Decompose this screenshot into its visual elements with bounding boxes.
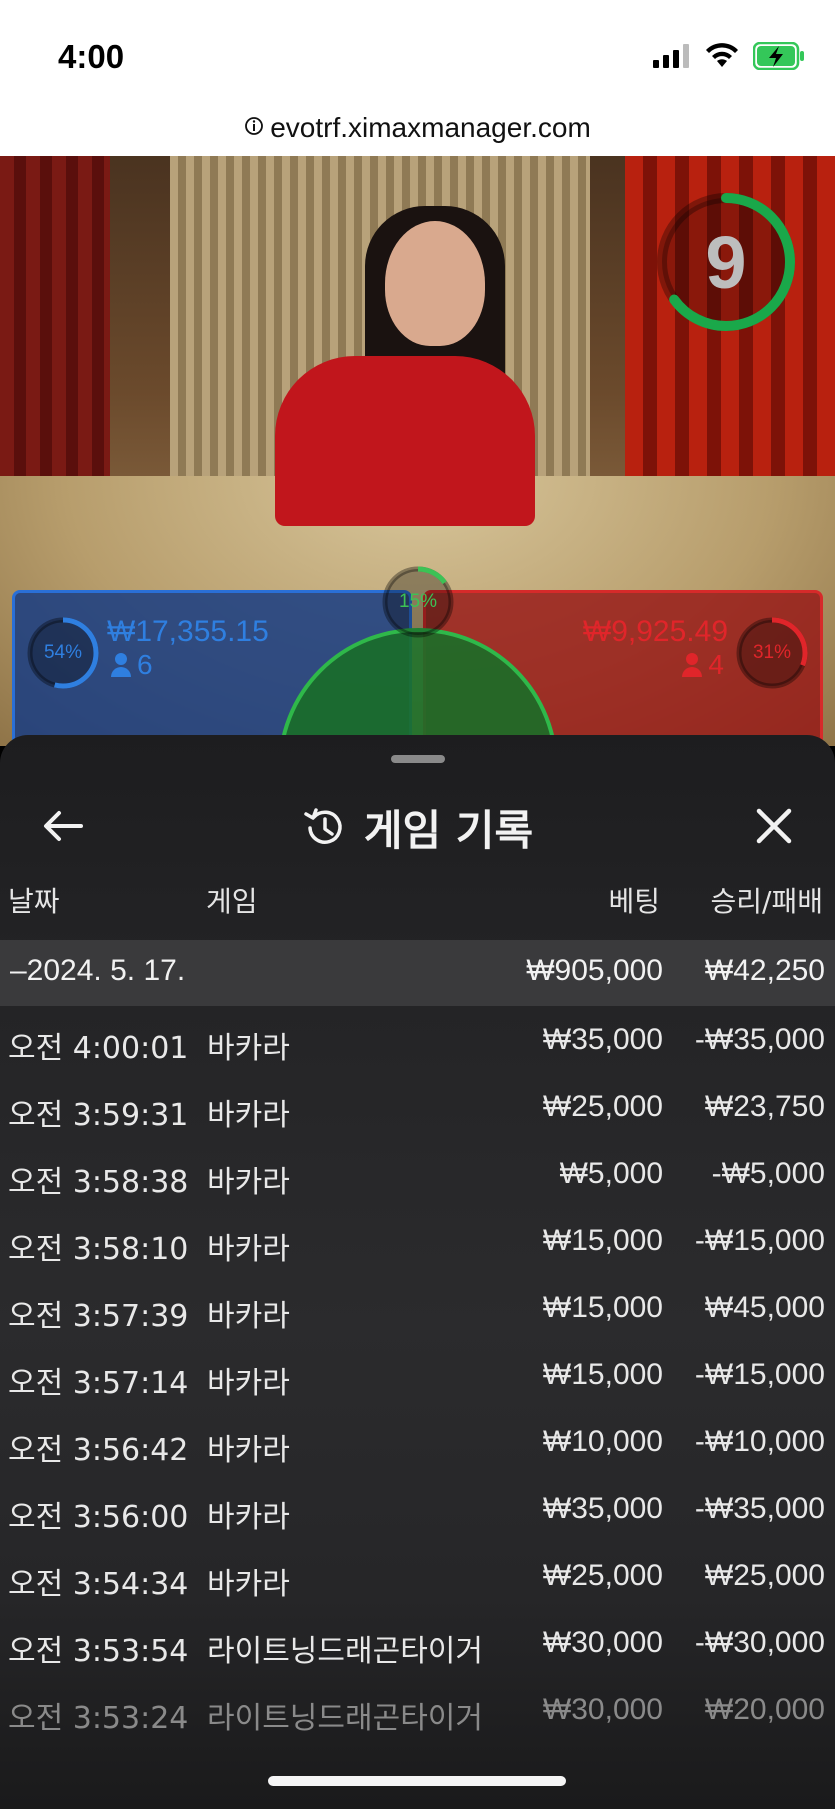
battery-charging-icon xyxy=(752,41,805,74)
game-history-panel: 게임 기록 날짜 게임 베팅 승리/패배 –2024. 5. 17. ₩905,… xyxy=(0,735,835,1809)
row-win-loss: ₩23,750 xyxy=(704,1090,825,1123)
status-bar: 4:00 xyxy=(0,0,835,100)
history-row[interactable]: 오전 3:56:42 바카라 ₩10,000 -₩10,000 xyxy=(0,1409,835,1476)
date-group-date: –2024. 5. 17. xyxy=(10,954,186,987)
row-win-loss: ₩45,000 xyxy=(704,1291,825,1324)
row-game: 바카라 xyxy=(207,1567,290,1602)
row-bet: ₩25,000 xyxy=(542,1090,663,1123)
row-time: 오전 3:58:38 xyxy=(8,1165,189,1200)
history-row[interactable]: 오전 3:54:34 바카라 ₩25,000 ₩25,000 xyxy=(0,1543,835,1610)
banker-count-value: 4 xyxy=(708,649,724,680)
row-win-loss: -₩15,000 xyxy=(694,1224,825,1257)
history-row[interactable]: 오전 3:56:00 바카라 ₩35,000 -₩35,000 xyxy=(0,1476,835,1543)
tie-percent: 15% xyxy=(398,591,438,612)
countdown-number: 9 xyxy=(705,220,747,304)
close-button[interactable] xyxy=(747,799,801,853)
row-bet: ₩15,000 xyxy=(542,1224,663,1257)
player-percent: 54% xyxy=(43,642,83,663)
row-time: 오전 4:00:01 xyxy=(8,1031,189,1066)
row-bet: ₩15,000 xyxy=(542,1291,663,1324)
date-group-bet-total: ₩905,000 xyxy=(526,954,663,987)
row-game: 라이트닝드래곤타이거 xyxy=(207,1701,483,1736)
row-time: 오전 3:59:31 xyxy=(8,1098,189,1133)
row-bet: ₩30,000 xyxy=(542,1693,663,1726)
history-list: 오전 4:00:01 바카라 ₩35,000 -₩35,000 오전 3:59:… xyxy=(0,1007,835,1744)
row-game: 바카라 xyxy=(207,1165,290,1200)
cellular-signal-icon xyxy=(653,44,691,72)
row-win-loss: -₩5,000 xyxy=(711,1157,825,1190)
row-bet: ₩10,000 xyxy=(542,1425,663,1458)
banker-percent: 31% xyxy=(752,642,792,663)
dealer-body xyxy=(275,356,535,526)
user-icon xyxy=(111,653,131,677)
row-game: 라이트닝드래곤타이거 xyxy=(207,1634,483,1669)
row-win-loss: ₩20,000 xyxy=(704,1693,825,1726)
row-game: 바카라 xyxy=(207,1299,290,1334)
row-bet: ₩30,000 xyxy=(542,1626,663,1659)
row-bet: ₩35,000 xyxy=(542,1492,663,1525)
row-time: 오전 3:53:54 xyxy=(8,1634,189,1669)
live-video: 9 54% ₩17,355.15 6 ₩9,925.49 4 31% 15% xyxy=(0,156,835,746)
date-group-row[interactable]: –2024. 5. 17. ₩905,000 ₩42,250 xyxy=(0,940,835,1006)
player-count: 6 xyxy=(111,649,153,681)
row-win-loss: -₩10,000 xyxy=(694,1425,825,1458)
row-bet: ₩25,000 xyxy=(542,1559,663,1592)
banker-count: 4 xyxy=(682,649,724,681)
history-row[interactable]: 오전 3:58:10 바카라 ₩15,000 -₩15,000 xyxy=(0,1208,835,1275)
row-game: 바카라 xyxy=(207,1232,290,1267)
status-icons xyxy=(653,41,805,74)
history-row[interactable]: 오전 3:53:24 라이트닝드래곤타이거 ₩30,000 ₩20,000 xyxy=(0,1677,835,1744)
user-icon xyxy=(682,653,703,677)
history-row[interactable]: 오전 3:59:31 바카라 ₩25,000 ₩23,750 xyxy=(0,1074,835,1141)
url-text[interactable]: evotrf.ximaxmanager.com xyxy=(270,112,591,144)
dealer-face xyxy=(385,221,485,346)
player-amount: ₩17,355.15 xyxy=(107,615,269,648)
url-bar[interactable]: evotrf.ximaxmanager.com xyxy=(0,100,835,156)
row-bet: ₩15,000 xyxy=(542,1358,663,1391)
row-win-loss: ₩25,000 xyxy=(704,1559,825,1592)
info-icon[interactable] xyxy=(244,116,264,140)
row-time: 오전 3:58:10 xyxy=(8,1232,189,1267)
row-time: 오전 3:57:14 xyxy=(8,1366,189,1401)
panel-header: 게임 기록 xyxy=(0,775,835,875)
history-clock-icon xyxy=(304,807,342,844)
banker-amount: ₩9,925.49 xyxy=(582,615,728,648)
history-row[interactable]: 오전 3:57:14 바카라 ₩15,000 -₩15,000 xyxy=(0,1342,835,1409)
drag-handle[interactable] xyxy=(391,755,445,763)
close-icon xyxy=(756,808,792,844)
row-game: 바카라 xyxy=(207,1366,290,1401)
row-game: 바카라 xyxy=(207,1098,290,1133)
column-header-win-loss: 승리/패배 xyxy=(710,885,823,918)
history-row[interactable]: 오전 4:00:01 바카라 ₩35,000 -₩35,000 xyxy=(0,1007,835,1074)
status-time: 4:00 xyxy=(58,38,125,75)
row-bet: ₩35,000 xyxy=(542,1023,663,1056)
row-win-loss: -₩35,000 xyxy=(694,1023,825,1056)
column-header-date: 날짜 xyxy=(8,885,60,918)
row-time: 오전 3:54:34 xyxy=(8,1567,189,1602)
panel-title: 게임 기록 xyxy=(363,806,534,855)
row-time: 오전 3:53:24 xyxy=(8,1701,189,1736)
row-win-loss: -₩15,000 xyxy=(694,1358,825,1391)
history-row[interactable]: 오전 3:57:39 바카라 ₩15,000 ₩45,000 xyxy=(0,1275,835,1342)
row-game: 바카라 xyxy=(207,1500,290,1535)
panel-title-group: 게임 기록 xyxy=(0,797,835,858)
row-time: 오전 3:56:00 xyxy=(8,1500,189,1535)
history-row[interactable]: 오전 3:58:38 바카라 ₩5,000 -₩5,000 xyxy=(0,1141,835,1208)
row-win-loss: -₩35,000 xyxy=(694,1492,825,1525)
row-game: 바카라 xyxy=(207,1031,290,1066)
date-group-win-loss-total: ₩42,250 xyxy=(704,954,825,987)
row-win-loss: -₩30,000 xyxy=(694,1626,825,1659)
row-game: 바카라 xyxy=(207,1433,290,1468)
row-bet: ₩5,000 xyxy=(559,1157,663,1190)
history-row[interactable]: 오전 3:53:54 라이트닝드래곤타이거 ₩30,000 -₩30,000 xyxy=(0,1610,835,1677)
column-header-bet: 베팅 xyxy=(608,885,660,918)
home-indicator[interactable] xyxy=(268,1776,566,1786)
row-time: 오전 3:57:39 xyxy=(8,1299,189,1334)
wifi-icon xyxy=(705,43,739,73)
row-time: 오전 3:56:42 xyxy=(8,1433,189,1468)
player-count-value: 6 xyxy=(137,649,153,680)
column-header-game: 게임 xyxy=(206,885,258,918)
